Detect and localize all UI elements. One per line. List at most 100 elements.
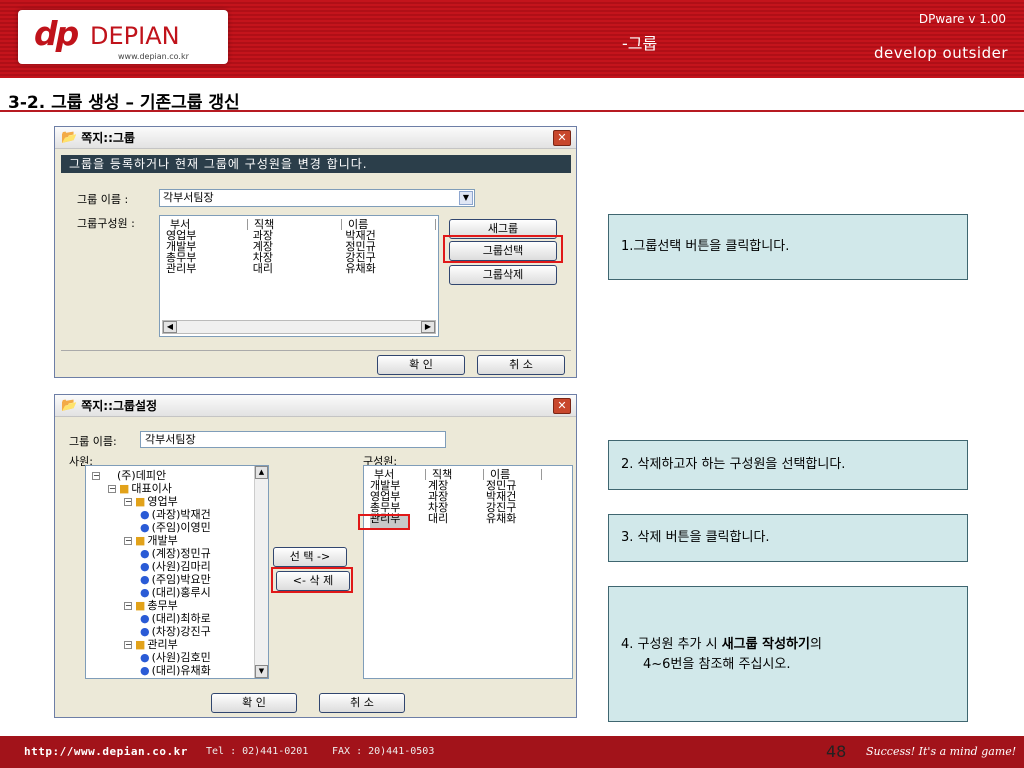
folder-icon: ■: [135, 638, 146, 651]
tree-item-label: 개발부: [147, 534, 178, 547]
vertical-scrollbar[interactable]: ▲ ▼: [254, 466, 268, 678]
folder-icon: ■: [119, 482, 130, 495]
page-number: 48: [826, 742, 847, 761]
highlight-box: [271, 567, 353, 593]
tree-person-item[interactable]: ● (차장)강진구: [140, 626, 211, 638]
tree-item-label: 관리부: [147, 638, 178, 651]
note-text: 3. 삭제 버튼을 클릭합니다.: [621, 530, 770, 545]
table-cell: 유채화: [345, 262, 376, 275]
tree-person-item[interactable]: ● (주임)박요만: [140, 574, 211, 586]
cancel-button[interactable]: 취 소: [477, 355, 565, 375]
instruction-note-2: 2. 삭제하고자 하는 구성원을 선택합니다.: [608, 440, 968, 490]
tree-folder-item[interactable]: − ■ 총무부: [124, 600, 178, 612]
table-row[interactable]: 총무부 차장 강진구: [370, 502, 572, 513]
footer: http://www.depian.co.kr Tel : 02)441-020…: [0, 736, 1024, 768]
scroll-down-icon[interactable]: ▼: [255, 665, 268, 678]
collapse-icon[interactable]: −: [124, 498, 132, 506]
tree-folder-item[interactable]: − (주)데피안: [92, 470, 166, 482]
logo-mark: dp: [34, 14, 79, 53]
scroll-left-icon[interactable]: ◀: [163, 321, 177, 333]
close-icon[interactable]: ✕: [553, 130, 571, 146]
person-icon: ●: [140, 573, 150, 586]
cancel-button[interactable]: 취 소: [319, 693, 405, 713]
folder-icon: 📂: [61, 130, 78, 145]
tree-item-label: (사원)김마리: [151, 560, 211, 573]
footer-fax: FAX : 20)441-0503: [332, 746, 435, 757]
delete-group-button[interactable]: 그룹삭제: [449, 265, 557, 285]
tree-folder-item[interactable]: − ■ 영업부: [124, 496, 178, 508]
tree-person-item[interactable]: ● (계장)정민규: [140, 548, 211, 560]
instruction-note-3: 3. 삭제 버튼을 클릭합니다.: [608, 514, 968, 562]
table-row[interactable]: 총무부 차장 강진구: [166, 252, 438, 263]
group-name-label: 그룹 이름 :: [77, 193, 129, 206]
table-row[interactable]: 개발부 계장 정민규: [166, 241, 438, 252]
logo-url: www.depian.co.kr: [118, 52, 189, 61]
select-member-button[interactable]: 선 택 ->: [273, 547, 347, 567]
person-icon: ●: [140, 508, 150, 521]
tree-person-item[interactable]: ● (과장)박재건: [140, 509, 211, 521]
tree-person-item[interactable]: ● (대리)최하로: [140, 613, 211, 625]
tree-person-item[interactable]: ● (대리)홍루시: [140, 587, 211, 599]
group-name-label: 그룹 이름:: [69, 435, 117, 448]
divider: [61, 350, 571, 351]
table-row[interactable]: 영업부 과장 박재건: [370, 491, 572, 502]
tree-folder-item[interactable]: − ■ 개발부: [124, 535, 178, 547]
collapse-icon[interactable]: −: [124, 537, 132, 545]
person-icon: ●: [140, 651, 150, 664]
ok-button[interactable]: 확 인: [211, 693, 297, 713]
group-settings-title: 쪽지::그룹설정: [81, 399, 158, 413]
chevron-down-icon[interactable]: ▼: [459, 191, 473, 205]
group-name-input[interactable]: 각부서팀장: [140, 431, 446, 448]
tree-item-label: (계장)정민규: [151, 547, 211, 560]
tree-folder-item[interactable]: − ■ 대표이사: [108, 483, 172, 495]
folder-icon: ■: [135, 599, 146, 612]
person-icon: ●: [140, 547, 150, 560]
table-cell: 대리: [252, 262, 273, 275]
table-cell: 대리: [428, 512, 449, 525]
group-window: 📂 쪽지::그룹 ✕ 그룹을 등록하거나 현재 그룹에 구성원을 변경 합니다.…: [54, 126, 577, 378]
note-text: 2. 삭제하고자 하는 구성원을 선택합니다.: [621, 457, 846, 472]
group-settings-window: 📂 쪽지::그룹설정 ✕ 그룹 이름: 각부서팀장 사원: 구성원: − (주)데…: [54, 394, 577, 718]
table-row[interactable]: 개발부 계장 정민규: [370, 480, 572, 491]
tree-person-item[interactable]: ● (대리)유채화: [140, 665, 211, 677]
collapse-icon[interactable]: −: [124, 641, 132, 649]
collapse-icon[interactable]: −: [92, 472, 100, 480]
employee-tree[interactable]: − (주)데피안 − ■ 대표이사 − ■ 영업부 ● (과장)박재건 ● (주임)이영민 − ■ 개발부 ●…: [85, 465, 269, 679]
tree-item-label: (사원)김호민: [151, 651, 211, 664]
tree-item-label: (대리)최하로: [151, 612, 211, 625]
scroll-right-icon[interactable]: ▶: [421, 321, 435, 333]
members-list[interactable]: 부서 직책 이름 개발부 계장 정민규 영업부 과장 박재건 총무부 차장 강진구 관리부 대리 유채…: [358, 465, 573, 679]
group-members-list[interactable]: 부서 직책 이름 영업부 과장 박재건 개발부 계장 정민규 총무부 차장 강진구 관리부 대리 유채…: [159, 215, 439, 337]
table-row[interactable]: 관리부 대리 유채화: [166, 263, 438, 274]
footer-url[interactable]: http://www.depian.co.kr: [24, 745, 188, 758]
note-text: 1.그룹선택 버튼을 클릭합니다.: [621, 239, 790, 254]
tree-folder-item[interactable]: − ■ 관리부: [124, 639, 178, 651]
group-settings-titlebar[interactable]: 📂 쪽지::그룹설정: [55, 395, 576, 417]
horizontal-scrollbar[interactable]: ◀ ▶: [162, 320, 436, 334]
collapse-icon[interactable]: −: [108, 485, 116, 493]
tree-item-label: (대리)유채화: [151, 664, 211, 677]
note-text: 4. 구성원 추가 시: [621, 637, 722, 652]
tree-item-label: (주임)박요만: [151, 573, 211, 586]
tree-person-item[interactable]: ● (주임)이영민: [140, 522, 211, 534]
slogan: develop outsider: [874, 44, 1008, 62]
ok-button[interactable]: 확 인: [377, 355, 465, 375]
table-row[interactable]: 영업부 과장 박재건: [166, 230, 438, 241]
group-name-select[interactable]: 각부서팀장 ▼: [159, 189, 475, 207]
table-cell: 관리부: [166, 262, 197, 275]
version-label: DPware v 1.00: [918, 12, 1006, 26]
collapse-icon[interactable]: −: [124, 602, 132, 610]
close-icon[interactable]: ✕: [553, 398, 571, 414]
tree-person-item[interactable]: ● (사원)김마리: [140, 561, 211, 573]
depian-logo: dp DEPIAN www.depian.co.kr: [18, 10, 228, 64]
person-icon: ●: [140, 586, 150, 599]
note-emphasis: 새그룹 작성하기: [721, 637, 810, 652]
tree-person-item[interactable]: ● (사원)김호민: [140, 652, 211, 664]
note-text: 4~6번을 참조해 주십시오.: [643, 657, 791, 672]
group-window-titlebar[interactable]: 📂 쪽지::그룹: [55, 127, 576, 149]
scroll-up-icon[interactable]: ▲: [255, 466, 268, 479]
highlight-box: [443, 235, 563, 263]
folder-icon: ■: [135, 534, 146, 547]
highlight-box: [358, 514, 410, 530]
tree-item-label: 영업부: [147, 495, 178, 508]
